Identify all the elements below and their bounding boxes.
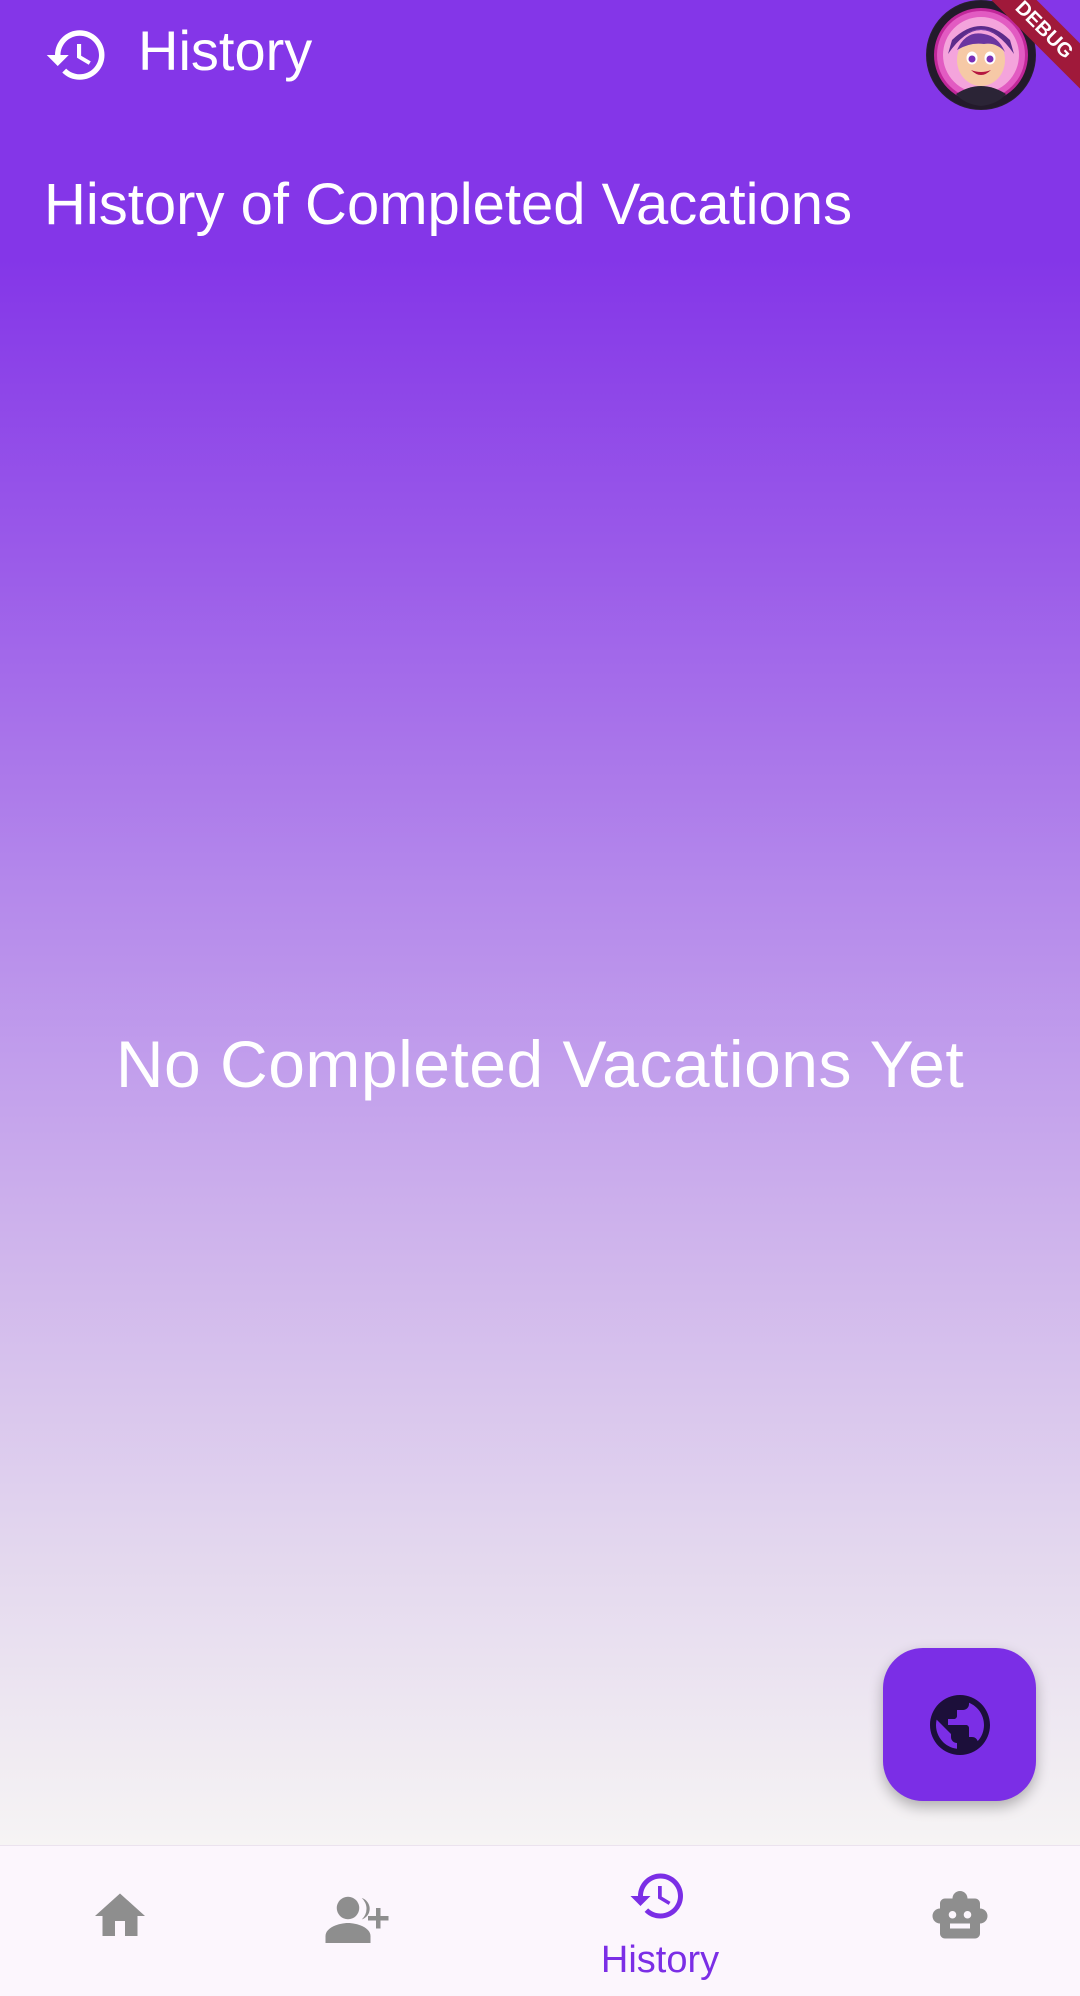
bottom-navigation: History: [0, 1845, 1080, 1996]
history-icon: [630, 1873, 683, 1919]
nav-item-robot[interactable]: [840, 1846, 1080, 1996]
globe-icon: [929, 1694, 990, 1755]
home-icon: [95, 1893, 145, 1936]
main-content: History DEBUG History of Completed Vacat…: [0, 0, 1080, 1845]
nav-item-history[interactable]: History: [540, 1846, 780, 1996]
nav-item-home[interactable]: [0, 1846, 240, 1996]
app-bar: History DEBUG: [0, 0, 1080, 110]
add-person-icon: [325, 1896, 389, 1943]
history-icon: [46, 30, 105, 80]
empty-state-message: No Completed Vacations Yet: [115, 1027, 965, 1101]
globe-fab-button[interactable]: [883, 1648, 1036, 1801]
page-title: History: [138, 19, 313, 82]
screen: History DEBUG History of Completed Vacat…: [0, 0, 1080, 1996]
nav-label-history: History: [600, 1939, 720, 1981]
section-heading: History of Completed Vacations: [44, 172, 853, 237]
robot-icon: [932, 1891, 988, 1939]
nav-item-add-person[interactable]: [240, 1846, 480, 1996]
